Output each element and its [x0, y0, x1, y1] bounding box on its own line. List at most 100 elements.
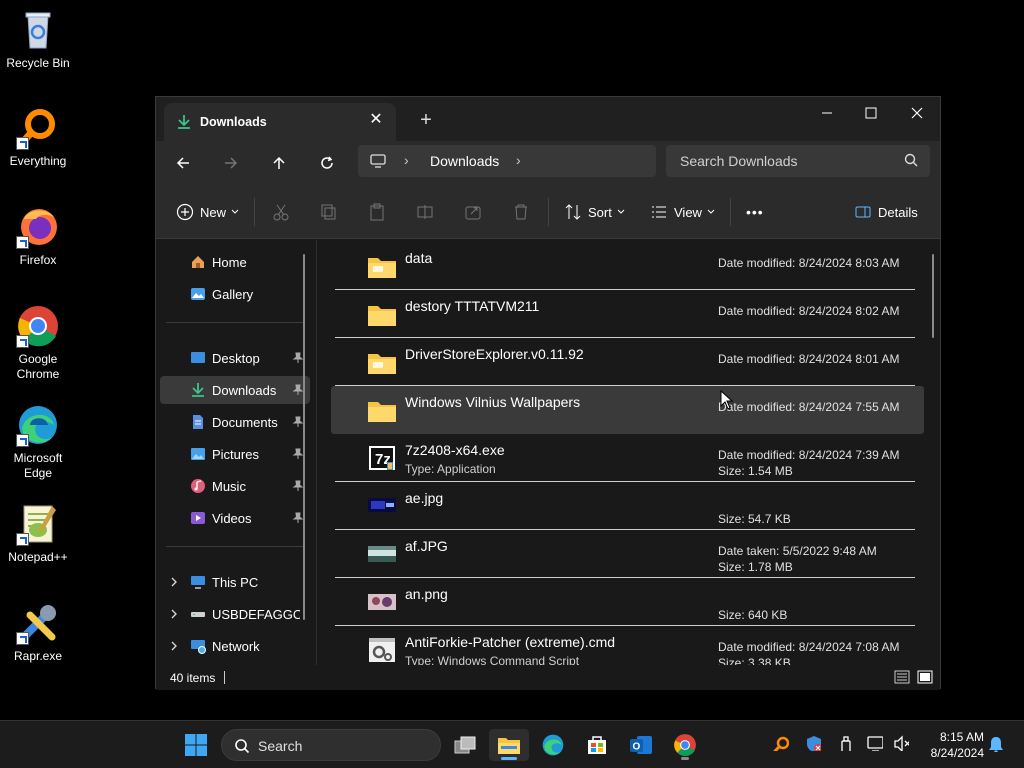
more-options-button[interactable]: •••	[746, 200, 764, 224]
sidebar-label: Videos	[212, 511, 252, 526]
chevron-right-icon[interactable]: ›	[404, 152, 409, 168]
back-button[interactable]	[169, 149, 197, 177]
desktop-icon-everything[interactable]: Everything	[0, 106, 76, 169]
taskbar-outlook[interactable]: O	[621, 729, 661, 761]
desktop-icon-rapr[interactable]: Rapr.exe	[0, 601, 76, 664]
file-row-7z2408[interactable]: 7z 7z2408-x64.exe Type: Application Date…	[335, 434, 915, 482]
file-row-destory[interactable]: destory TTTATVM211 Date modified: 8/24/2…	[335, 290, 915, 338]
file-row-antiforkie-patcher[interactable]: AntiForkie-Patcher (extreme).cmd Type: W…	[335, 626, 915, 665]
clock[interactable]: 8:15 AM 8/24/2024	[920, 729, 984, 761]
file-row-data[interactable]: data Date modified: 8/24/2024 8:03 AM	[335, 242, 915, 290]
task-view-icon	[454, 736, 476, 754]
sidebar-item-gallery[interactable]: Gallery	[160, 280, 310, 308]
file-row-an-png[interactable]: an.png Size: 640 KB	[335, 578, 915, 626]
close-button[interactable]	[894, 97, 940, 129]
paste-button[interactable]	[368, 200, 392, 224]
new-tab-button[interactable]: +	[414, 109, 438, 133]
desktop-icon-recycle-bin[interactable]: Recycle Bin	[0, 8, 76, 71]
tab-downloads[interactable]: Downloads ✕	[164, 103, 396, 141]
rename-button[interactable]	[416, 200, 440, 224]
file-row-driverstoreexplorer[interactable]: DriverStoreExplorer.v0.11.92 Date modifi…	[335, 338, 915, 386]
network-monitor-icon[interactable]	[867, 735, 883, 751]
sidebar-item-downloads[interactable]: Downloads	[160, 376, 310, 404]
sort-button[interactable]: Sort	[564, 200, 632, 224]
file-row-windows-vilnius-wallpapers[interactable]: Windows Vilnius Wallpapers Date modified…	[331, 386, 924, 434]
everything-tray-icon[interactable]	[773, 735, 789, 751]
file-explorer-window: Downloads ✕ + › Downloads › Search Downl…	[155, 96, 941, 690]
new-button[interactable]: New	[176, 200, 246, 224]
chevron-right-icon[interactable]: ›	[516, 152, 521, 168]
sidebar-label: Pictures	[212, 447, 259, 462]
share-button[interactable]	[464, 200, 488, 224]
sidebar-item-documents[interactable]: Documents	[160, 408, 310, 436]
notification-bell-icon[interactable]	[988, 736, 1004, 752]
file-meta: Date modified: 8/24/2024 7:39 AM	[718, 448, 900, 462]
usb-eject-icon[interactable]	[837, 735, 853, 751]
sidebar-scrollbar[interactable]	[303, 254, 305, 620]
sidebar-item-pictures[interactable]: Pictures	[160, 440, 310, 468]
details-view-icon[interactable]	[894, 669, 910, 685]
file-row-af-jpg[interactable]: af.JPG Date taken: 5/5/2022 9:48 AM Size…	[335, 530, 915, 578]
view-button[interactable]: View	[650, 200, 722, 224]
sidebar-label: Downloads	[212, 383, 277, 398]
desktop-icon-label: Notepad++	[8, 550, 68, 564]
chevron-right-icon[interactable]	[170, 609, 178, 619]
document-icon	[193, 415, 203, 429]
recycle-bin-icon	[16, 8, 60, 52]
file-row-ae-jpg[interactable]: ae.jpg Size: 54.7 KB	[335, 482, 915, 530]
chevron-right-icon[interactable]	[170, 577, 178, 587]
edge-icon	[542, 734, 564, 756]
security-shield-icon[interactable]	[805, 735, 821, 751]
file-name: data	[405, 250, 433, 266]
taskbar-store[interactable]	[577, 729, 617, 761]
picture-icon	[191, 448, 205, 460]
file-size: Size: 54.7 KB	[718, 512, 791, 526]
file-meta: Date modified: 8/24/2024 7:08 AM	[718, 640, 900, 654]
running-indicator	[501, 757, 517, 760]
details-pane-button[interactable]: Details	[854, 200, 918, 224]
volume-muted-icon[interactable]	[893, 735, 909, 751]
desktop-icon-label: Recycle Bin	[6, 56, 70, 70]
chevron-down-icon	[617, 209, 625, 214]
desktop-icon-notepadpp[interactable]: Notepad++	[0, 502, 76, 565]
sidebar-item-this-pc[interactable]: This PC	[160, 568, 310, 596]
sidebar-item-music[interactable]: Music	[160, 472, 310, 500]
address-bar[interactable]: › Downloads ›	[358, 145, 656, 177]
monitor-icon	[370, 154, 386, 168]
file-name: DriverStoreExplorer.v0.11.92	[405, 346, 584, 362]
desktop-icon-label: Everything	[9, 154, 67, 168]
taskbar-edge[interactable]	[533, 729, 573, 761]
forward-button[interactable]	[217, 149, 245, 177]
tab-close-icon[interactable]: ✕	[366, 110, 386, 130]
taskbar-search[interactable]: Search	[221, 729, 441, 761]
minimize-button[interactable]	[804, 97, 850, 129]
desktop-icon-edge[interactable]: Microsoft Edge	[0, 403, 76, 481]
file-list-scrollbar[interactable]	[932, 254, 934, 338]
sidebar-item-network[interactable]: Network	[160, 632, 310, 660]
desktop-icon-label: Microsoft Edge	[13, 451, 63, 480]
sidebar-item-videos[interactable]: Videos	[160, 504, 310, 532]
taskbar-chrome[interactable]	[665, 729, 705, 761]
sidebar-item-usb-drive[interactable]: USBDEFAGGOT (	[160, 600, 310, 628]
task-view-button[interactable]	[445, 729, 485, 761]
up-button[interactable]	[265, 149, 293, 177]
copy-button[interactable]	[320, 200, 344, 224]
refresh-button[interactable]	[313, 149, 341, 177]
sidebar-item-desktop[interactable]: Desktop	[160, 344, 310, 372]
breadcrumb-downloads[interactable]: Downloads	[430, 153, 499, 169]
desktop-icon-firefox[interactable]: Firefox	[0, 205, 76, 268]
maximize-button[interactable]	[848, 97, 894, 129]
start-button[interactable]	[176, 729, 216, 761]
refresh-icon	[321, 156, 333, 169]
search-box[interactable]: Search Downloads	[666, 145, 930, 177]
delete-button[interactable]	[512, 200, 536, 224]
taskbar-file-explorer[interactable]	[489, 729, 529, 761]
sidebar-label: Music	[212, 479, 246, 494]
tiles-view-icon[interactable]	[917, 669, 933, 685]
desktop-icon-chrome[interactable]: Google Chrome	[0, 304, 76, 382]
sidebar-item-home[interactable]: Home	[160, 248, 310, 276]
cut-button[interactable]	[272, 200, 296, 224]
file-name: destory TTTATVM211	[405, 298, 540, 314]
chevron-right-icon[interactable]	[170, 641, 178, 651]
chrome-icon	[674, 734, 696, 757]
